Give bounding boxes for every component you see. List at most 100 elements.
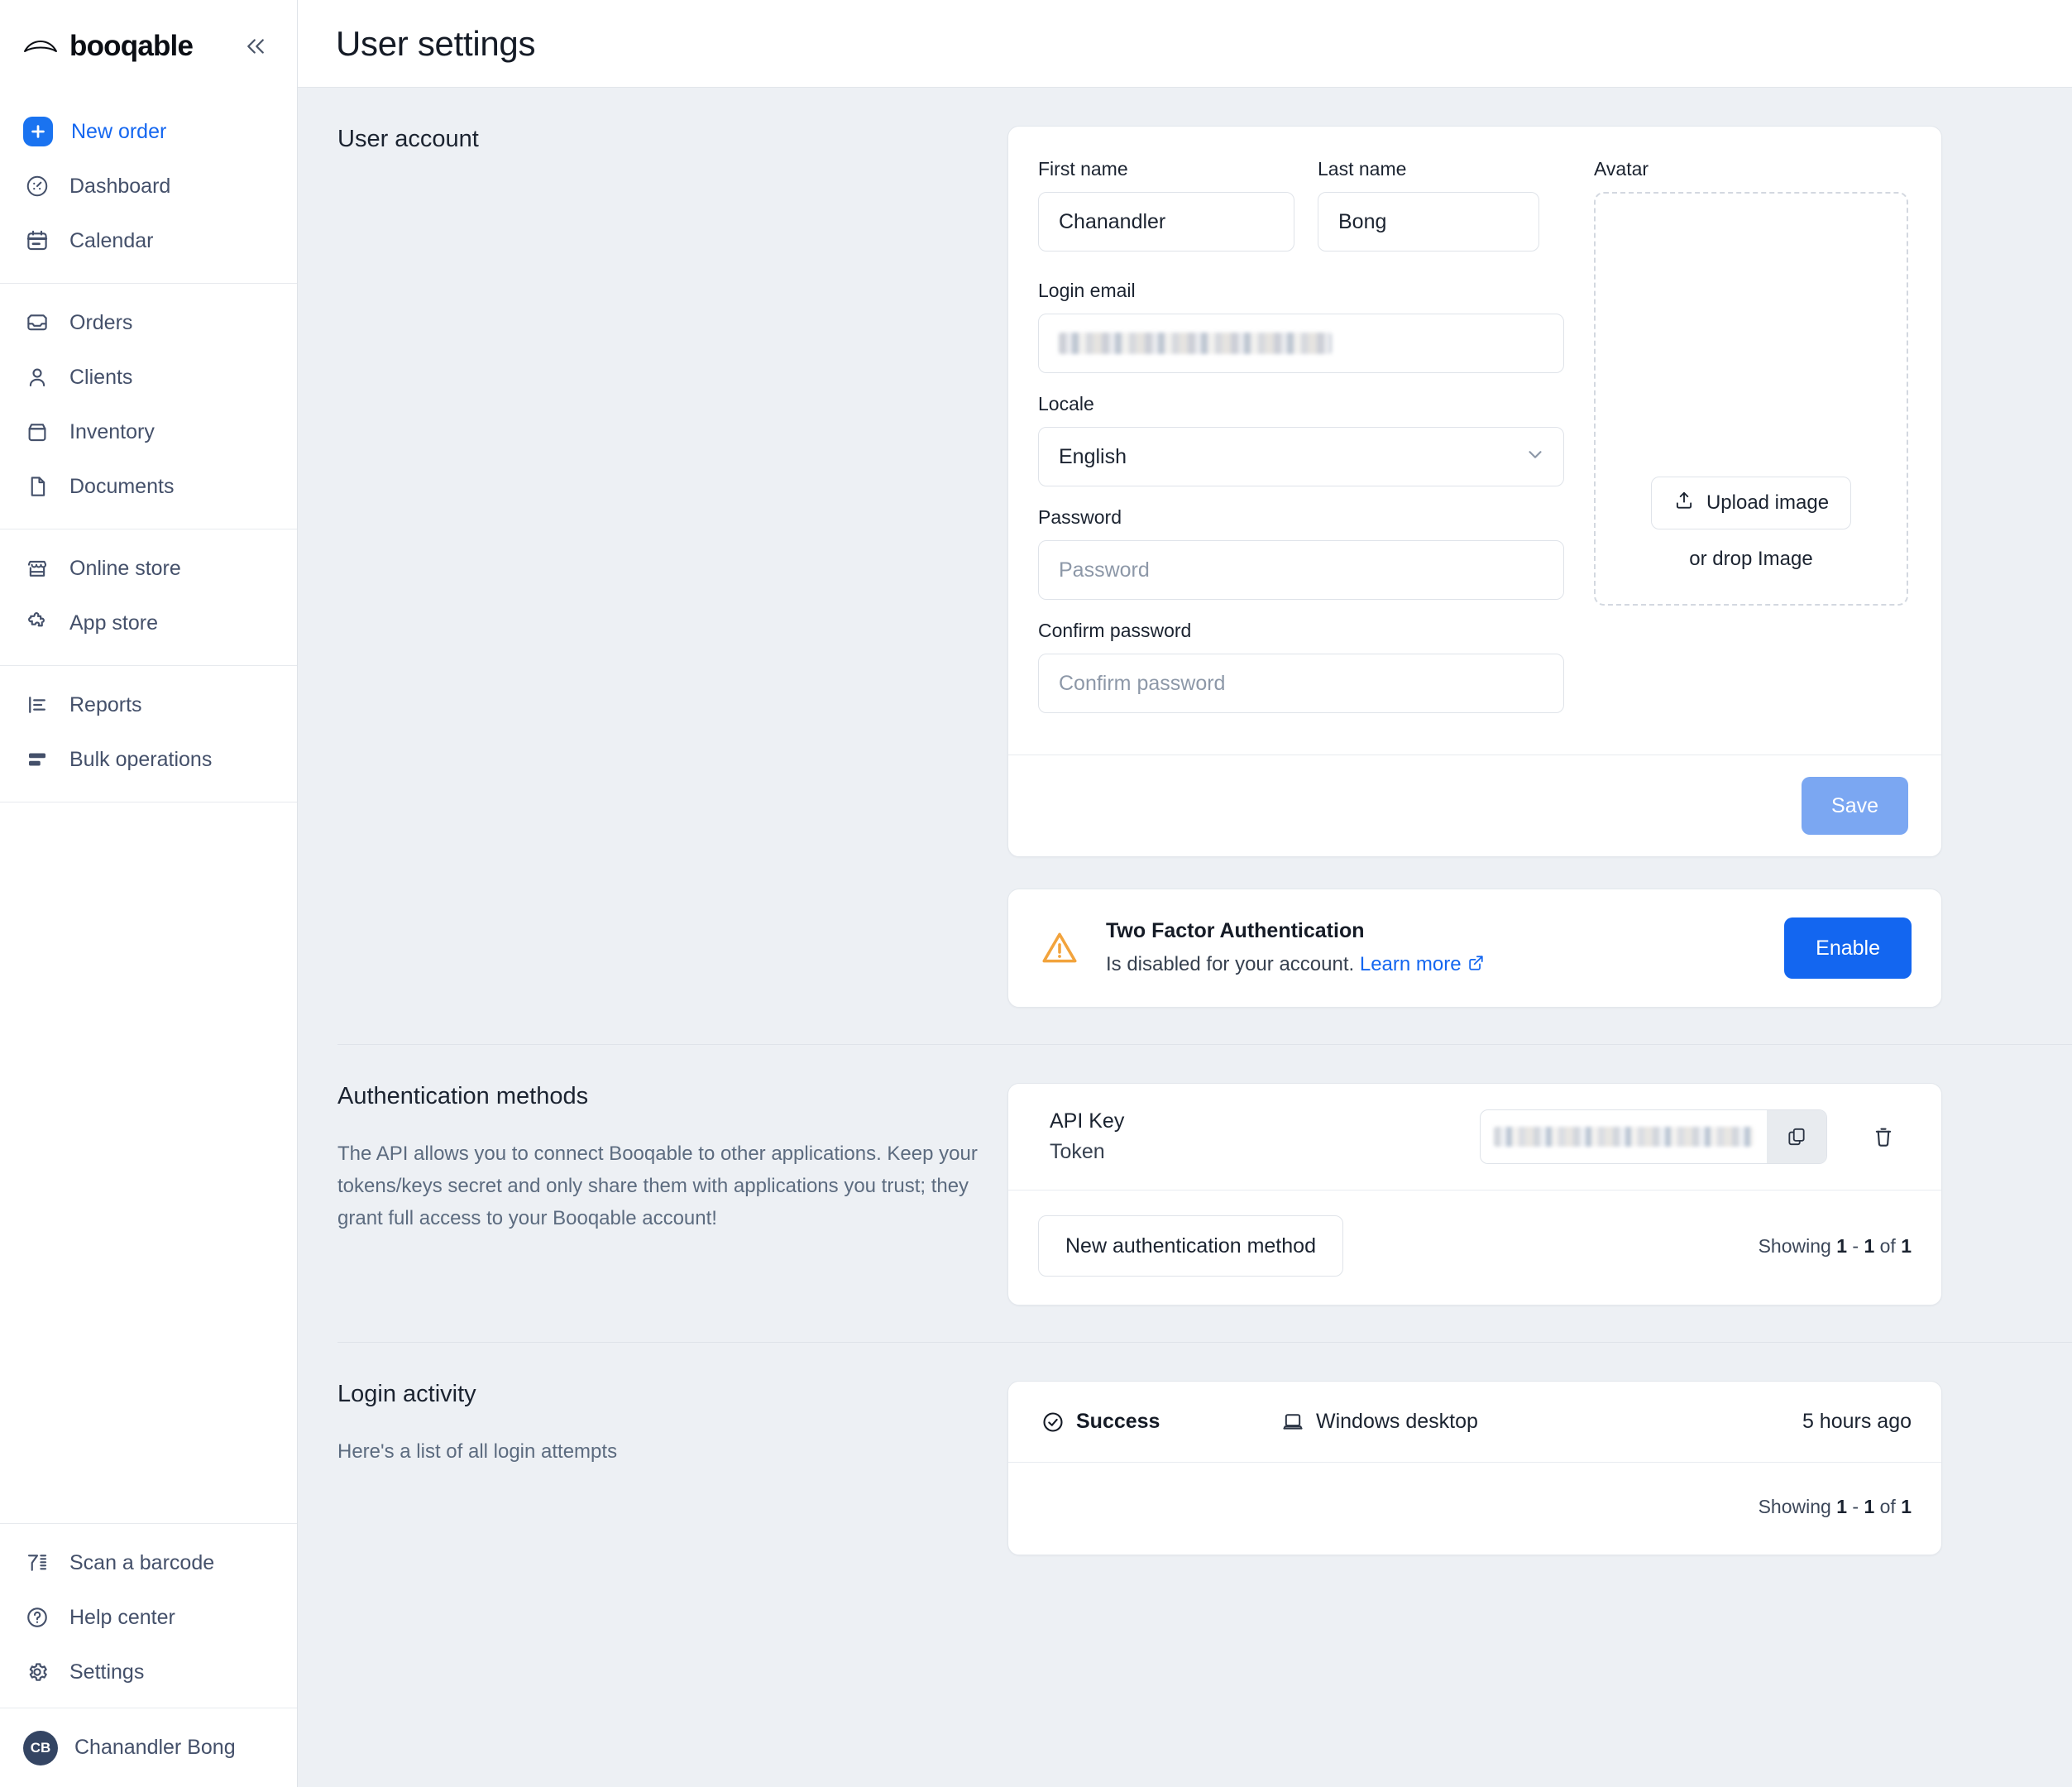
sidebar-item-label: Scan a barcode	[69, 1550, 215, 1574]
login-device-label: Windows desktop	[1316, 1410, 1478, 1433]
learn-more-link[interactable]: Learn more	[1360, 953, 1462, 975]
save-button[interactable]: Save	[1802, 777, 1908, 835]
report-bars-icon	[23, 691, 51, 719]
bulk-rows-icon	[23, 745, 51, 774]
sidebar-item-reports[interactable]: Reports	[0, 678, 297, 732]
confirm-password-input[interactable]: Confirm password	[1038, 654, 1564, 713]
login-status-label: Success	[1076, 1410, 1160, 1433]
upload-image-label: Upload image	[1706, 491, 1830, 514]
new-authentication-method-button[interactable]: New authentication method	[1038, 1215, 1343, 1277]
page-title: User settings	[336, 23, 536, 63]
warning-triangle-icon	[1038, 927, 1081, 969]
login-activity-left: Login activity Here's a list of all logi…	[337, 1343, 1007, 1555]
question-circle-icon	[23, 1603, 51, 1631]
first-name-group: First name Chanandler	[1038, 158, 1294, 252]
sidebar-item-inventory[interactable]: Inventory	[0, 405, 297, 459]
sidebar-item-bulk-operations[interactable]: Bulk operations	[0, 732, 297, 787]
person-icon	[23, 363, 51, 391]
redacted-api-key	[1494, 1127, 1754, 1147]
avatar-dropzone[interactable]: Upload image or drop Image	[1594, 192, 1908, 606]
login-email-input[interactable]	[1038, 314, 1564, 373]
sidebar-item-label: Reports	[69, 692, 142, 716]
box-icon	[23, 418, 51, 446]
sidebar-item-app-store[interactable]: App store	[0, 596, 297, 650]
brand-row: booqable	[0, 0, 297, 93]
check-circle-icon	[1041, 1411, 1065, 1434]
redacted-email	[1059, 333, 1332, 354]
nav-group-store: Online store App store	[0, 529, 297, 666]
sidebar-item-scan-barcode[interactable]: Scan a barcode	[0, 1535, 297, 1590]
upload-image-button[interactable]: Upload image	[1650, 477, 1852, 529]
copy-icon[interactable]	[1767, 1110, 1826, 1163]
sidebar-item-label: Settings	[69, 1660, 145, 1684]
section-user-account: User account First name Chanandler Last …	[298, 88, 2072, 1008]
booqable-logo-icon	[23, 35, 58, 58]
status-badge: Success	[1041, 1410, 1281, 1434]
first-name-input[interactable]: Chanandler	[1038, 192, 1294, 252]
auth-methods-card: API Key Token New authentication method …	[1007, 1083, 1942, 1306]
showing-prefix: Showing	[1758, 1496, 1837, 1517]
brand-name: booqable	[69, 30, 194, 62]
login-time: 5 hours ago	[1802, 1410, 1912, 1433]
puzzle-icon	[23, 609, 51, 637]
calendar-icon	[23, 227, 51, 255]
two-factor-text: Two Factor Authentication Is disabled fo…	[1106, 919, 1759, 978]
upload-icon	[1673, 490, 1695, 517]
sidebar-user-menu[interactable]: CB Chanandler Bong	[0, 1708, 297, 1787]
section-login-activity: Login activity Here's a list of all logi…	[298, 1343, 2072, 1555]
external-link-icon[interactable]	[1467, 954, 1485, 978]
login-activity-card: Success Windows desktop 5 hours ago Show…	[1007, 1381, 1942, 1555]
table-row: API Key Token	[1008, 1084, 1941, 1191]
sidebar-item-documents[interactable]: Documents	[0, 459, 297, 514]
sidebar-item-online-store[interactable]: Online store	[0, 541, 297, 596]
sidebar-item-calendar[interactable]: Calendar	[0, 213, 297, 268]
sidebar-item-dashboard[interactable]: Dashboard	[0, 159, 297, 213]
sidebar-item-new-order[interactable]: New order	[0, 104, 297, 159]
nav-group-bottom: Scan a barcode Help center Settings	[0, 1523, 297, 1708]
sidebar-item-label: Online store	[69, 556, 181, 580]
document-icon	[23, 472, 51, 501]
section-title-auth-methods: Authentication methods	[337, 1083, 589, 1109]
nav-group-tools: Reports Bulk operations	[0, 666, 297, 802]
user-account-card: First name Chanandler Last name Bong Log…	[1007, 126, 1942, 857]
login-activity-right: Success Windows desktop 5 hours ago Show…	[1007, 1343, 2050, 1555]
api-key-value[interactable]	[1481, 1110, 1767, 1163]
section-auth-methods: Authentication methods The API allows yo…	[298, 1045, 2072, 1306]
sidebar-item-label: New order	[71, 119, 167, 143]
locale-group: Locale English	[1038, 393, 1564, 486]
account-fields: First name Chanandler Last name Bong Log…	[1038, 158, 1564, 721]
password-input[interactable]: Password	[1038, 540, 1564, 600]
sidebar-item-label: Inventory	[69, 419, 155, 443]
login-activity-description: Here's a list of all login attempts	[337, 1440, 618, 1463]
sidebar-item-clients[interactable]: Clients	[0, 350, 297, 405]
table-row: Success Windows desktop 5 hours ago	[1008, 1382, 1941, 1463]
login-email-group: Login email	[1038, 280, 1564, 373]
avatar-drop-hint: or drop Image	[1689, 548, 1813, 570]
showing-from: 1	[1836, 1234, 1847, 1257]
password-group: Password Password	[1038, 506, 1564, 600]
auth-methods-left: Authentication methods The API allows yo…	[337, 1045, 1007, 1306]
locale-select[interactable]: English	[1038, 427, 1564, 486]
delete-icon[interactable]	[1855, 1109, 1912, 1165]
section-title-login-activity: Login activity	[337, 1381, 476, 1407]
sidebar-item-orders[interactable]: Orders	[0, 295, 297, 350]
showing-to: 1	[1864, 1234, 1875, 1257]
api-key-field[interactable]	[1480, 1109, 1827, 1164]
sidebar-item-label: Documents	[69, 474, 175, 498]
showing-prefix: Showing	[1758, 1234, 1837, 1257]
login-email-label: Login email	[1038, 280, 1136, 301]
sidebar-item-label: Bulk operations	[69, 747, 213, 771]
last-name-label: Last name	[1318, 158, 1407, 180]
brand[interactable]: booqable	[23, 30, 194, 63]
sidebar-item-settings[interactable]: Settings	[0, 1645, 297, 1699]
barcode-scanner-icon	[23, 1549, 51, 1577]
sidebar-item-help-center[interactable]: Help center	[0, 1590, 297, 1645]
gear-icon	[23, 1658, 51, 1686]
avatar-label: Avatar	[1594, 158, 1649, 180]
last-name-input[interactable]: Bong	[1318, 192, 1539, 252]
collapse-sidebar-icon[interactable]	[239, 30, 272, 63]
enable-2fa-button[interactable]: Enable	[1784, 917, 1912, 979]
two-factor-subtitle: Is disabled for your account. Learn more	[1106, 953, 1759, 978]
showing-of: of	[1874, 1234, 1902, 1257]
